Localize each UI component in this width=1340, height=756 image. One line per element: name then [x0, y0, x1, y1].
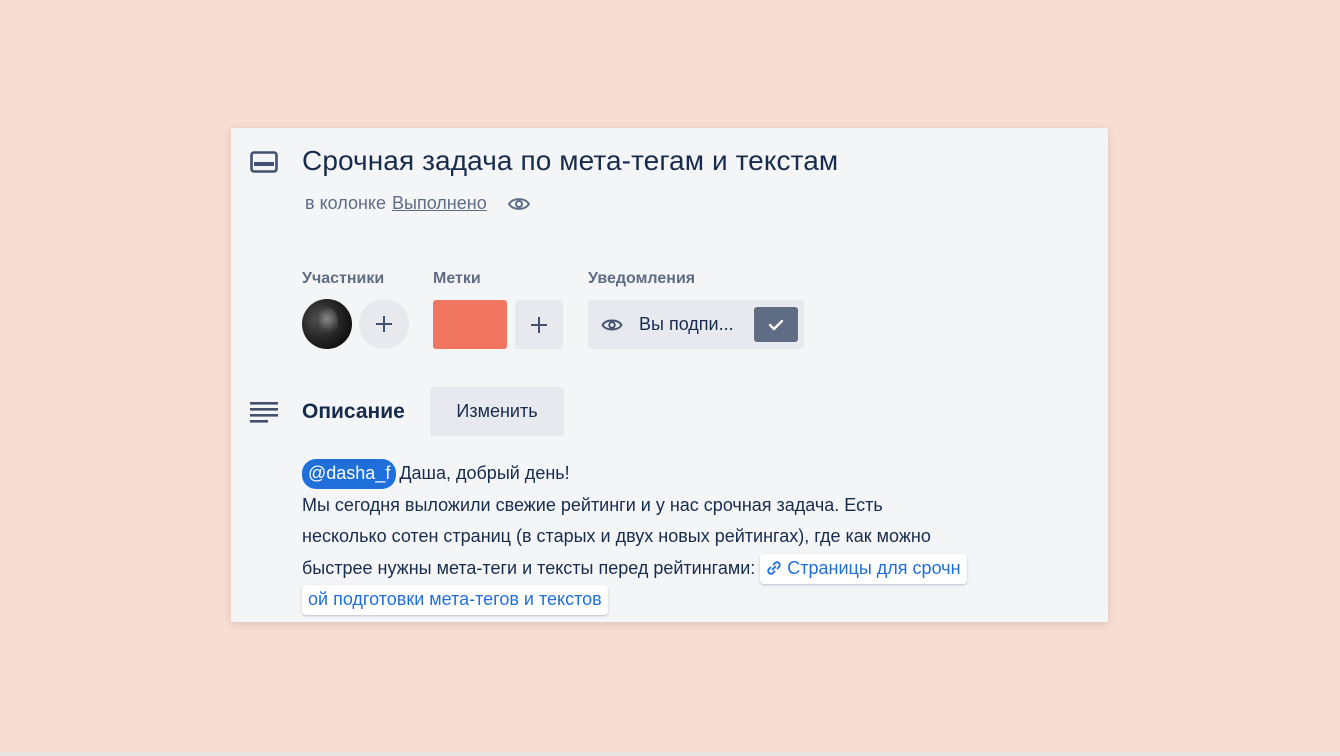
column-prefix: в колонке: [305, 193, 386, 213]
plus-icon: [531, 316, 547, 333]
greeting-text: Даша, добрый день!: [399, 463, 570, 483]
subscribe-text: Вы подпи...: [639, 314, 734, 334]
eye-icon: [601, 319, 623, 330]
description-line: Мы сегодня выложили свежие рейтинги и у …: [302, 494, 883, 515]
add-member-button[interactable]: [359, 299, 409, 349]
labels-label: Метки: [433, 270, 481, 287]
link-text: Страницы для срочн: [787, 557, 961, 578]
description-body: @dasha_f Даша, добрый день! Мы сегодня вы…: [302, 458, 1102, 616]
notifications-label: Уведомления: [588, 270, 696, 287]
card-title[interactable]: Срочная задача по мета-тегам и текстам: [302, 145, 838, 177]
description-link-continuation: ой подготовки мета-тегов и текстов: [302, 584, 1102, 616]
description-line-with-link: быстрее нужны мета-теги и тексты перед р…: [302, 553, 1102, 585]
checkmark-icon: [768, 319, 784, 330]
column-link[interactable]: Выполнено: [392, 193, 487, 214]
description-lines-icon: [250, 402, 278, 423]
user-mention[interactable]: @dasha_f: [302, 459, 397, 489]
description-line: быстрее нужны мета-теги и тексты перед р…: [302, 557, 756, 578]
add-label-button[interactable]: [515, 300, 563, 349]
card-detail-panel: Срочная задача по мета-тегам и текстам в…: [231, 128, 1108, 622]
card-column-info: в колонке Выполнено: [305, 193, 531, 214]
avatar[interactable]: [302, 299, 352, 349]
eye-icon: [507, 197, 530, 210]
label-chip-red[interactable]: [433, 300, 507, 349]
description-greeting-line: @dasha_f Даша, добрый день!: [302, 458, 1102, 490]
subscribe-button[interactable]: Вы подпи...: [588, 300, 804, 349]
subscribed-check: [754, 307, 798, 342]
members-label: Участники: [302, 270, 385, 287]
pages-link[interactable]: Страницы для срочн: [760, 553, 967, 584]
description-line: несколько сотен страниц (в старых и двух…: [302, 526, 931, 546]
plus-icon: [376, 316, 392, 332]
description-title: Описание: [302, 400, 405, 423]
link-icon: [767, 560, 782, 575]
page-background: Срочная задача по мета-тегам и текстам в…: [0, 0, 1340, 756]
card-icon: [250, 151, 278, 173]
edit-description-button[interactable]: Изменить: [430, 387, 564, 436]
pages-link-continuation[interactable]: ой подготовки мета-тегов и текстов: [302, 585, 608, 615]
